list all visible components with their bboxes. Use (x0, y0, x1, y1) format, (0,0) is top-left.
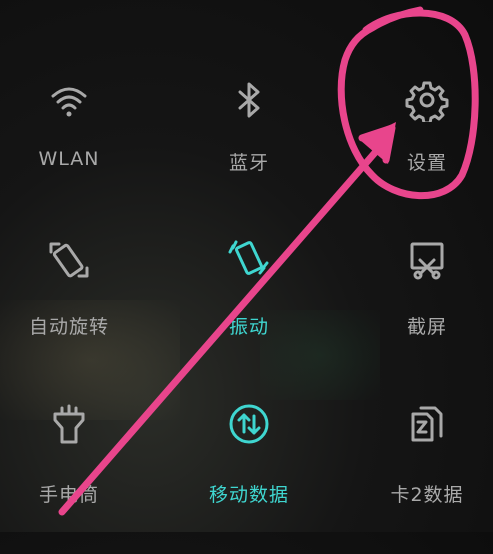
gear-icon (405, 81, 449, 122)
tile-sim2-data[interactable]: 卡2数据 (345, 402, 493, 552)
screenshot-icon (410, 242, 444, 280)
tile-vibrate[interactable]: 振动 (167, 236, 331, 386)
tile-label: 截屏 (406, 316, 447, 338)
tile-label: 卡2数据 (390, 484, 464, 506)
auto-rotate-icon (49, 242, 89, 278)
tile-bluetooth[interactable]: 蓝牙 (167, 78, 331, 228)
sim2-data-icon (411, 406, 443, 442)
tile-label: 设置 (406, 152, 447, 174)
tile-mobile-data[interactable]: 移动数据 (167, 402, 331, 552)
tile-screenshot[interactable]: 截屏 (345, 238, 493, 388)
vibrate-icon (228, 240, 269, 275)
tile-label: 手电筒 (38, 484, 99, 506)
wifi-icon (51, 87, 87, 117)
mobile-data-icon (229, 404, 269, 444)
tile-wlan[interactable]: WLAN (0, 78, 151, 228)
tile-label: 自动旋转 (28, 316, 109, 338)
tile-label: 移动数据 (208, 484, 289, 506)
tile-settings[interactable]: 设置 (345, 78, 493, 228)
tile-label: 振动 (228, 316, 269, 338)
tile-label: 蓝牙 (228, 152, 269, 174)
tile-label: WLAN (38, 148, 100, 170)
bluetooth-icon (238, 82, 260, 118)
tile-auto-rotate[interactable]: 自动旋转 (0, 238, 151, 388)
flashlight-icon (53, 404, 85, 444)
